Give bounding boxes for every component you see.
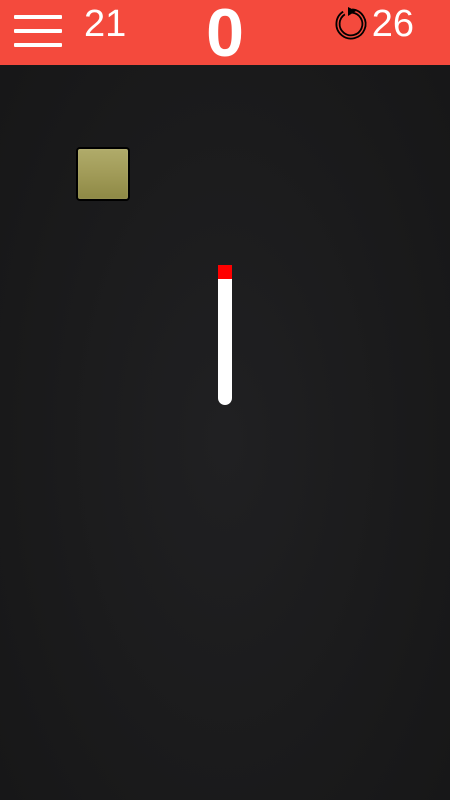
menu-button[interactable] <box>14 15 62 49</box>
level-count: 21 <box>84 3 127 45</box>
hamburger-menu-icon-line <box>14 15 62 19</box>
rotating-bar <box>218 265 232 405</box>
score: 0 <box>206 0 244 71</box>
target-block <box>76 147 130 201</box>
bar-tip <box>218 265 232 279</box>
game-screen[interactable]: 21 0 26 <box>0 0 450 800</box>
restart-counter: 26 <box>334 4 414 44</box>
restart-count: 26 <box>371 3 414 45</box>
restart-icon[interactable] <box>334 6 370 42</box>
hamburger-menu-icon-line <box>14 29 62 33</box>
hamburger-menu-icon-line <box>14 43 62 47</box>
top-bar: 21 0 26 <box>0 0 450 71</box>
